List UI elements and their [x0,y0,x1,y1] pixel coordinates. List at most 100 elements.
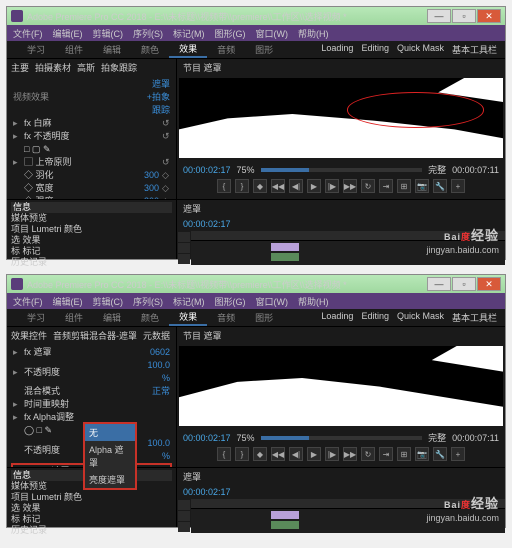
fx-row[interactable]: ▸▢ 上帝原则↺ [11,156,172,169]
time-ruler[interactable] [191,499,505,509]
mark-in-button[interactable]: { [217,447,231,461]
panel-tab-info[interactable]: 信息 [11,202,172,213]
list-item[interactable]: 标 标记 [11,514,172,525]
mark-out-button[interactable]: } [235,179,249,193]
list-item[interactable]: 媒体预览 [11,213,172,224]
dropdown-option[interactable]: Alpha 遮罩 [85,441,135,471]
tab-audio[interactable]: 音频 [207,309,245,326]
add-button[interactable]: + [451,179,465,193]
expand-icon[interactable]: ▸ [13,346,21,359]
menu-clip[interactable]: 剪辑(C) [93,295,124,308]
menu-clip[interactable]: 剪辑(C) [93,27,124,40]
export-button[interactable]: ⇥ [379,179,393,193]
step-fwd-button[interactable]: |▶ [325,447,339,461]
tool-icon[interactable] [178,511,190,521]
play-button[interactable]: ▶ [307,179,321,193]
dropdown-option[interactable]: 亮度遮罩 [85,471,135,488]
keyframe-icon[interactable]: ◇ [162,169,170,182]
tab-basic[interactable]: 基本工具栏 [452,311,497,324]
fx-row[interactable]: 混合模式正常 [11,385,172,398]
prev-button[interactable]: ◀◀ [271,179,285,193]
reset-icon[interactable]: ↺ [162,156,170,169]
next-button[interactable]: ▶▶ [343,179,357,193]
fx-row[interactable]: ◇ 强度300◇ [11,195,172,199]
play-button[interactable]: ▶ [307,447,321,461]
expand-icon[interactable]: ▸ [13,398,21,411]
mark-in-button[interactable]: { [217,179,231,193]
timeline-tracks[interactable] [191,499,505,533]
fx-row[interactable]: ◇ 宽度300◇ [11,182,172,195]
tab-quickmask[interactable]: Quick Mask [397,43,444,56]
tab-quickmask[interactable]: Quick Mask [397,311,444,324]
tool-icon[interactable] [178,254,190,264]
tab-loading[interactable]: Loading [321,311,353,324]
menu-sequence[interactable]: 序列(S) [133,27,163,40]
fx-row[interactable]: ▸fx 不透明度↺ [11,130,172,143]
menu-marker[interactable]: 标记(M) [173,27,205,40]
fit-label[interactable]: 完整 [428,163,446,176]
tab-loading[interactable]: Loading [321,43,353,56]
expand-icon[interactable]: ▸ [13,366,21,379]
expand-icon[interactable]: ▸ [13,411,21,424]
fx-row[interactable]: ▸时间重映射 [11,398,172,411]
fx-row[interactable]: ◇ 羽化300◇ [11,169,172,182]
snap-button[interactable]: ⊞ [397,179,411,193]
expand-icon[interactable]: ▸ [13,156,21,169]
menu-graphics[interactable]: 图形(G) [215,295,246,308]
loop-button[interactable]: ↻ [361,447,375,461]
list-item[interactable]: 选 效果 [11,503,172,514]
step-fwd-button[interactable]: |▶ [325,179,339,193]
tab-effects[interactable]: 效果 [169,41,207,58]
step-back-button[interactable]: ◀| [289,447,303,461]
dropdown-option[interactable]: 无 [85,424,135,441]
reset-icon[interactable]: ↺ [162,117,170,130]
list-item[interactable]: 标 标记 [11,246,172,257]
menu-window[interactable]: 窗口(W) [256,27,289,40]
menu-window[interactable]: 窗口(W) [256,295,289,308]
export-button[interactable]: ⇥ [379,447,393,461]
tab-graphics[interactable]: 图形 [245,309,283,326]
menu-graphics[interactable]: 图形(G) [215,27,246,40]
scrub-bar[interactable] [261,168,423,172]
menu-edit[interactable]: 编辑(E) [53,27,83,40]
audio-clip[interactable] [271,253,299,261]
minimize-button[interactable]: — [427,9,451,23]
next-button[interactable]: ▶▶ [343,447,357,461]
hdr-gauss[interactable]: 高斯 [77,61,95,74]
tab-color[interactable]: 颜色 [131,41,169,58]
maximize-button[interactable]: ▫ [452,9,476,23]
menu-file[interactable]: 文件(F) [13,27,43,40]
tab-editing2[interactable]: Editing [361,311,389,324]
list-item[interactable]: 项目 Lumetri 颜色 [11,492,172,503]
tool-icon[interactable] [178,522,190,532]
menu-marker[interactable]: 标记(M) [173,295,205,308]
zoom-level[interactable]: 75% [237,165,255,175]
minimize-button[interactable]: — [427,277,451,291]
timecode-in[interactable]: 00:00:02:17 [183,433,231,443]
time-ruler[interactable] [191,231,505,241]
tab-graphics[interactable]: 图形 [245,41,283,58]
scrub-bar[interactable] [261,436,423,440]
fx-row[interactable]: ▸fx 白麻↺ [11,117,172,130]
timeline-timecode[interactable]: 00:00:02:17 [183,219,231,229]
tool-icon[interactable] [178,500,190,510]
program-label[interactable]: 节目 遮罩 [183,331,222,341]
mark-out-button[interactable]: } [235,447,249,461]
settings-button[interactable]: 🔧 [433,447,447,461]
tab-learn[interactable]: 学习 [17,41,55,58]
list-item[interactable]: 选 效果 [11,235,172,246]
keyframe-icon[interactable]: ◇ [162,195,170,199]
tab-editing2[interactable]: Editing [361,43,389,56]
tab-editing[interactable]: 编辑 [93,309,131,326]
add-marker-button[interactable]: ◆ [253,447,267,461]
step-back-button[interactable]: ◀| [289,179,303,193]
list-item[interactable]: 项目 Lumetri 颜色 [11,224,172,235]
menu-sequence[interactable]: 序列(S) [133,295,163,308]
hdr-meta[interactable]: 元数据 [143,329,170,342]
keyframe-icon[interactable]: ◇ [162,182,170,195]
timeline-tracks[interactable] [191,231,505,265]
reset-icon[interactable]: ↺ [162,130,170,143]
prev-button[interactable]: ◀◀ [271,447,285,461]
hdr-master[interactable]: 主要 [11,61,29,74]
menu-help[interactable]: 帮助(H) [298,295,329,308]
